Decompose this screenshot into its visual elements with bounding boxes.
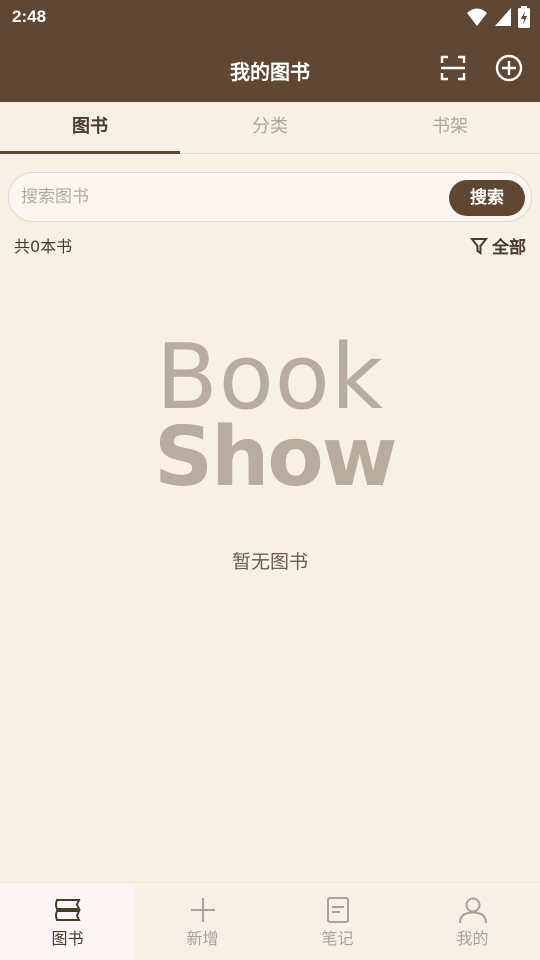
books-icon (54, 899, 81, 921)
nav-label-notes: 笔记 (321, 929, 354, 948)
bottom-nav: 图书 新增 笔记 我的 (0, 882, 540, 960)
filter-icon (470, 237, 488, 255)
book-count: 共0本书 (14, 237, 73, 256)
search-input[interactable] (21, 183, 441, 211)
search-button[interactable]: 搜索 (449, 180, 525, 216)
tab-shelves[interactable]: 书架 (360, 102, 540, 153)
logo-line2: Show (154, 410, 398, 505)
scan-button[interactable] (437, 52, 469, 84)
nav-item-books[interactable]: 图书 (0, 883, 135, 960)
add-book-button[interactable] (493, 52, 525, 84)
filter-button[interactable]: 全部 (470, 233, 526, 258)
add-circle-icon (495, 54, 523, 82)
battery-icon (518, 6, 530, 28)
nav-item-mine[interactable]: 我的 (405, 883, 540, 960)
wifi-icon (467, 8, 487, 26)
nav-label-add: 新增 (186, 929, 219, 948)
plus-icon (190, 898, 215, 922)
scan-icon (440, 55, 466, 81)
person-icon (458, 897, 487, 923)
search-bar: 搜索 (8, 172, 532, 222)
notes-icon (326, 897, 349, 923)
nav-item-add[interactable]: 新增 (135, 883, 270, 960)
signal-icon (495, 8, 511, 26)
nav-label-books: 图书 (51, 929, 84, 948)
nav-label-mine: 我的 (456, 929, 489, 948)
app-bar: 我的图书 (0, 34, 540, 102)
status-bar: 2:48 (0, 0, 540, 34)
status-time: 2:48 (12, 7, 47, 26)
tab-categories[interactable]: 分类 (180, 102, 360, 153)
tab-books[interactable]: 图书 (0, 102, 180, 154)
tab-bar: 图书 分类 书架 (0, 102, 540, 154)
status-icons (466, 6, 530, 28)
empty-state-text: 暂无图书 (231, 551, 308, 573)
filter-label: 全部 (492, 238, 526, 258)
bookshow-logo: Book Show (150, 325, 398, 505)
nav-item-notes[interactable]: 笔记 (270, 883, 405, 960)
